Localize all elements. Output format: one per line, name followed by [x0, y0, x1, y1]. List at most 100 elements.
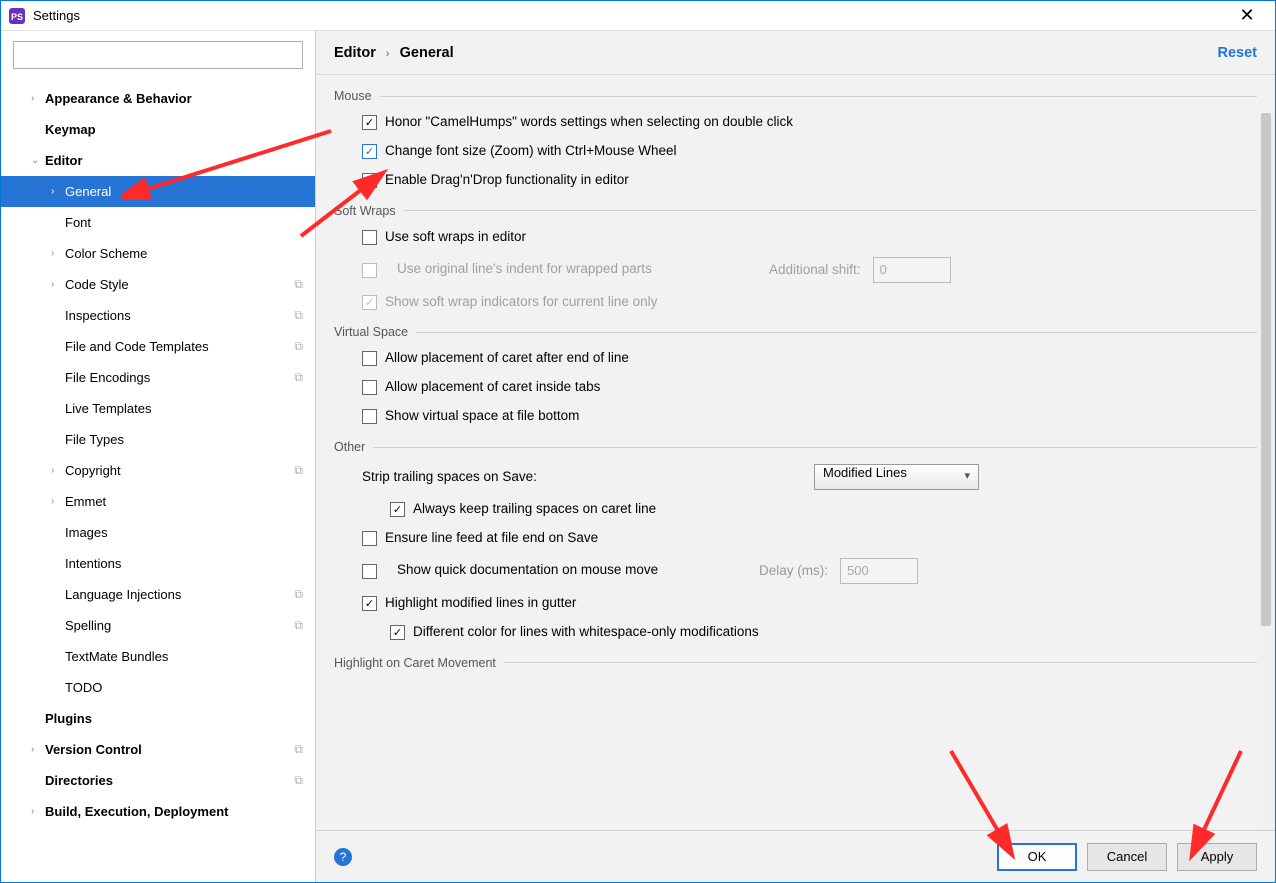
sidebar-item-textmate-bundles[interactable]: TextMate Bundles — [1, 641, 315, 672]
body: Q ▾ ›Appearance & BehaviorKeymap⌄Editor›… — [1, 31, 1275, 882]
checkbox-icon[interactable]: ✓ — [390, 625, 405, 640]
sidebar-item-label: Images — [65, 525, 303, 540]
sidebar-item-copyright[interactable]: ›Copyright⧉ — [1, 455, 315, 486]
sidebar-item-intentions[interactable]: Intentions — [1, 548, 315, 579]
section-title-other: Other — [334, 440, 1257, 454]
sidebar-item-keymap[interactable]: Keymap — [1, 114, 315, 145]
sidebar-item-file-encodings[interactable]: File Encodings⧉ — [1, 362, 315, 393]
scrollbar-thumb[interactable] — [1261, 113, 1271, 626]
expand-icon[interactable]: ⌄ — [31, 155, 45, 166]
checkbox-icon[interactable] — [362, 564, 377, 579]
opt-label: Ensure line feed at file end on Save — [385, 529, 598, 548]
scope-badge-icon: ⧉ — [294, 370, 303, 385]
chevron-right-icon: › — [386, 48, 390, 60]
opt-quick-doc[interactable]: Show quick documentation on mouse move D… — [334, 558, 1257, 584]
search-wrap: Q ▾ — [1, 31, 315, 79]
scrollbar[interactable] — [1259, 113, 1273, 826]
main-panel: Editor › General Reset Mouse ✓ Honor "Ca… — [316, 31, 1275, 882]
expand-icon[interactable]: › — [31, 806, 45, 817]
checkbox-icon[interactable]: ✓ — [362, 173, 377, 188]
expand-icon[interactable]: › — [31, 744, 45, 755]
sidebar-item-color-scheme[interactable]: ›Color Scheme — [1, 238, 315, 269]
sidebar-item-language-injections[interactable]: Language Injections⧉ — [1, 579, 315, 610]
section-title-virtual: Virtual Space — [334, 325, 1257, 339]
checkbox-icon[interactable] — [362, 409, 377, 424]
sidebar-item-code-style[interactable]: ›Code Style⧉ — [1, 269, 315, 300]
scope-badge-icon: ⧉ — [294, 277, 303, 292]
breadcrumb-root[interactable]: Editor — [334, 45, 376, 61]
expand-icon[interactable]: › — [51, 279, 65, 290]
sidebar-item-inspections[interactable]: Inspections⧉ — [1, 300, 315, 331]
opt-honor-camelhumps[interactable]: ✓ Honor "CamelHumps" words settings when… — [334, 113, 1257, 132]
cancel-button[interactable]: Cancel — [1087, 843, 1167, 871]
checkbox-icon[interactable] — [362, 380, 377, 395]
sidebar-item-spelling[interactable]: Spelling⧉ — [1, 610, 315, 641]
opt-enable-dnd[interactable]: ✓ Enable Drag'n'Drop functionality in ed… — [334, 171, 1257, 190]
sidebar-item-editor[interactable]: ⌄Editor — [1, 145, 315, 176]
checkbox-icon[interactable] — [362, 351, 377, 366]
scope-badge-icon: ⧉ — [294, 308, 303, 323]
sidebar-item-label: Font — [65, 215, 303, 230]
sidebar-item-images[interactable]: Images — [1, 517, 315, 548]
sidebar-item-emmet[interactable]: ›Emmet — [1, 486, 315, 517]
opt-ensure-lf[interactable]: Ensure line feed at file end on Save — [334, 529, 1257, 548]
additional-shift-input — [873, 257, 951, 283]
expand-icon[interactable]: › — [51, 186, 65, 197]
scope-badge-icon: ⧉ — [294, 742, 303, 757]
settings-tree[interactable]: ›Appearance & BehaviorKeymap⌄Editor›Gene… — [1, 79, 315, 882]
opt-keep-caret-spaces[interactable]: ✓ Always keep trailing spaces on caret l… — [334, 500, 1257, 519]
opt-original-indent: Use original line's indent for wrapped p… — [334, 257, 1257, 283]
sidebar-item-label: File Types — [65, 432, 303, 447]
sidebar-item-build-execution-deployment[interactable]: ›Build, Execution, Deployment — [1, 796, 315, 827]
opt-whitespace-color[interactable]: ✓ Different color for lines with whitesp… — [334, 623, 1257, 642]
opt-label: Allow placement of caret inside tabs — [385, 378, 600, 397]
sidebar-item-file-types[interactable]: File Types — [1, 424, 315, 455]
sidebar-item-file-and-code-templates[interactable]: File and Code Templates⧉ — [1, 331, 315, 362]
checkbox-icon[interactable] — [362, 230, 377, 245]
reset-link[interactable]: Reset — [1218, 45, 1258, 61]
expand-icon[interactable]: › — [51, 465, 65, 476]
sidebar-item-directories[interactable]: Directories⧉ — [1, 765, 315, 796]
opt-caret-inside-tabs[interactable]: Allow placement of caret inside tabs — [334, 378, 1257, 397]
opt-change-font-size[interactable]: ✓ Change font size (Zoom) with Ctrl+Mous… — [334, 142, 1257, 161]
expand-icon[interactable]: › — [51, 496, 65, 507]
ok-button[interactable]: OK — [997, 843, 1077, 871]
search-box: Q ▾ — [13, 41, 303, 69]
sidebar-item-label: Editor — [45, 153, 303, 168]
app-icon: PS — [9, 8, 25, 24]
expand-icon[interactable]: › — [51, 248, 65, 259]
apply-button[interactable]: Apply — [1177, 843, 1257, 871]
section-title-mouse: Mouse — [334, 89, 1257, 103]
checkbox-icon[interactable]: ✓ — [390, 502, 405, 517]
opt-label: Enable Drag'n'Drop functionality in edit… — [385, 171, 629, 190]
sidebar-item-label: Intentions — [65, 556, 303, 571]
sidebar-item-label: General — [65, 184, 303, 199]
checkbox-icon[interactable]: ✓ — [362, 596, 377, 611]
sidebar-item-font[interactable]: Font — [1, 207, 315, 238]
sidebar-item-plugins[interactable]: Plugins — [1, 703, 315, 734]
close-icon[interactable]: ✕ — [1227, 5, 1267, 26]
sidebar-item-todo[interactable]: TODO — [1, 672, 315, 703]
scope-badge-icon: ⧉ — [294, 339, 303, 354]
sidebar-item-appearance-behavior[interactable]: ›Appearance & Behavior — [1, 83, 315, 114]
expand-icon[interactable]: › — [31, 93, 45, 104]
checkbox-icon[interactable] — [362, 531, 377, 546]
sidebar-item-version-control[interactable]: ›Version Control⧉ — [1, 734, 315, 765]
checkbox-icon[interactable]: ✓ — [362, 115, 377, 130]
opt-virtual-space-bottom[interactable]: Show virtual space at file bottom — [334, 407, 1257, 426]
section-mouse: Mouse ✓ Honor "CamelHumps" words setting… — [334, 89, 1257, 190]
opt-show-softwrap-indicators: ✓ Show soft wrap indicators for current … — [334, 293, 1257, 312]
search-input[interactable] — [13, 41, 303, 69]
sidebar-item-live-templates[interactable]: Live Templates — [1, 393, 315, 424]
opt-use-soft-wraps[interactable]: Use soft wraps in editor — [334, 228, 1257, 247]
opt-label: Use soft wraps in editor — [385, 228, 526, 247]
strip-select[interactable]: Modified Lines — [814, 464, 979, 490]
help-icon[interactable]: ? — [334, 848, 352, 866]
sidebar-item-general[interactable]: ›General — [1, 176, 315, 207]
opt-highlight-modified[interactable]: ✓ Highlight modified lines in gutter — [334, 594, 1257, 613]
sidebar-item-label: Code Style — [65, 277, 294, 292]
checkbox-icon[interactable]: ✓ — [362, 144, 377, 159]
scope-badge-icon: ⧉ — [294, 618, 303, 633]
opt-label: Show soft wrap indicators for current li… — [385, 293, 657, 312]
opt-caret-after-eol[interactable]: Allow placement of caret after end of li… — [334, 349, 1257, 368]
